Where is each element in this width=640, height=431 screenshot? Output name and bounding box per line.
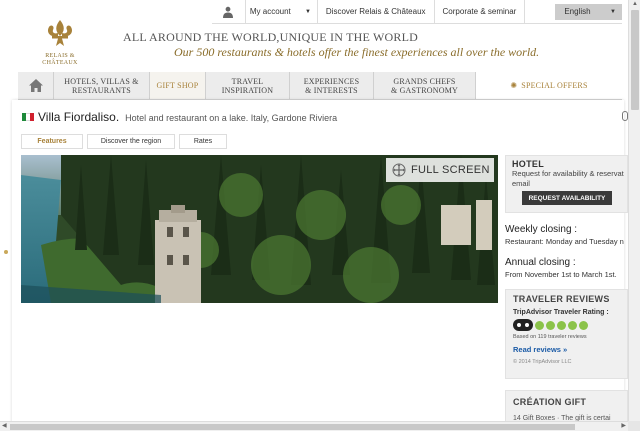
hotel-text-email: email [512,179,530,188]
rating-bubble [546,320,555,330]
sun-icon: ✺ [510,81,518,90]
chevron-down-icon: ▼ [610,8,616,15]
hotel-availability-box: HOTEL Request for availability & reserva… [505,155,628,213]
traveler-reviews-box: TRAVELER REVIEWS TripAdvisor Traveler Ra… [505,289,628,379]
tower [155,205,201,303]
scrollbar-corner [628,421,640,431]
tripadvisor-copyright: © 2014 TripAdvisor LLC [513,359,572,365]
italy-flag-icon [22,113,34,121]
fullscreen-label: FULL SCREEN [411,164,490,176]
logo[interactable]: RELAIS & CHÂTEAUX [38,18,82,68]
tagline-main: ALL AROUND THE WORLD,UNIQUE IN THE WORLD [123,30,418,44]
language-value: English [564,7,591,16]
tagline-sub: Our 500 restaurants & hotels offer the f… [174,45,540,59]
logo-text-line1: RELAIS & [45,53,75,59]
decorative-dot [4,250,8,254]
hotel-title-row: Villa Fiordaliso. Hotel and restaurant o… [22,110,337,124]
main-nav: HOTELS, VILLAS & RESTAURANTS GIFT SHOP T… [18,72,622,100]
scroll-right-icon[interactable]: ▶ [621,422,626,429]
my-account-menu[interactable]: My account ▼ [246,0,318,24]
logo-text-line2: CHÂTEAUX [42,60,78,66]
tab-rates[interactable]: Rates [179,134,227,149]
rating-bubble [579,320,588,330]
rating-bubble [535,320,544,330]
discover-link[interactable]: Discover Relais & Châteaux [318,0,435,24]
nav-item-experiences[interactable]: EXPERIENCES & INTERESTS [290,72,374,99]
hotel-description: Hotel and restaurant on a lake. Italy, G… [125,113,338,123]
hotel-text: Request for availability & reservat [512,169,624,178]
rating-bubble [568,320,577,330]
chevron-down-icon: ▼ [304,8,311,15]
creation-gift-heading: CRÉATION GIFT [513,397,587,407]
my-account-label: My account [249,7,291,16]
tripadvisor-rating-label: TripAdvisor Traveler Rating : [513,309,609,316]
nav-item-chefs[interactable]: GRANDS CHEFS & GASTRONOMY [374,72,476,99]
expand-icon [392,163,406,177]
tab-features[interactable]: Features [21,134,83,149]
weekly-closing: Weekly closing : Restaurant: Monday and … [505,224,628,246]
vertical-scrollbar[interactable]: ▲ [628,0,640,421]
hotel-tabs: Features Discover the region Rates [21,134,231,149]
hotel-heading: HOTEL [512,159,544,169]
nav-item-travel[interactable]: TRAVEL INSPIRATION [206,72,290,99]
request-availability-button[interactable]: REQUEST AVAILABILITY [522,191,612,205]
scroll-up-icon[interactable]: ▲ [632,1,638,7]
fleur-de-lis-icon [48,20,72,46]
horizontal-scrollbar[interactable]: ◀ ▶ [0,421,628,431]
villa-right [441,200,492,250]
rating-bubble [557,320,566,330]
scroll-left-icon[interactable]: ◀ [2,422,7,429]
language-select[interactable]: English ▼ [555,3,622,20]
tripadvisor-owl-icon [513,319,533,331]
weekly-closing-heading: Weekly closing : [505,224,578,235]
person-icon[interactable] [212,0,246,24]
horizontal-scroll-thumb[interactable] [10,424,575,430]
read-reviews-link[interactable]: Read reviews » [513,345,620,354]
annual-closing-text: From November 1st to March 1st. [505,270,617,279]
hotel-name: Villa Fiordaliso. [38,110,120,124]
corporate-link[interactable]: Corporate & seminar [435,0,526,24]
tripadvisor-rating [513,319,620,331]
reviews-heading: TRAVELER REVIEWS [513,294,610,304]
weekly-closing-text: Restaurant: Monday and Tuesday n [505,237,624,246]
tab-discover-region[interactable]: Discover the region [87,134,175,149]
nav-item-gift-shop[interactable]: GIFT SHOP [150,72,206,99]
fullscreen-button[interactable]: FULL SCREEN [386,158,494,182]
annual-closing: Annual closing : From November 1st to Ma… [505,257,628,279]
nav-item-special-offers[interactable]: ✺ SPECIAL OFFERS [476,72,622,99]
reviews-count: Based on 119 traveler reviews [513,334,587,340]
home-icon[interactable] [18,72,54,99]
annual-closing-heading: Annual closing : [505,257,576,268]
top-utility-bar: My account ▼ Discover Relais & Châteaux … [212,0,622,24]
vertical-scroll-thumb[interactable] [631,10,639,110]
special-offers-label: SPECIAL OFFERS [521,81,588,90]
nav-item-hotels[interactable]: HOTELS, VILLAS & RESTAURANTS [54,72,150,99]
